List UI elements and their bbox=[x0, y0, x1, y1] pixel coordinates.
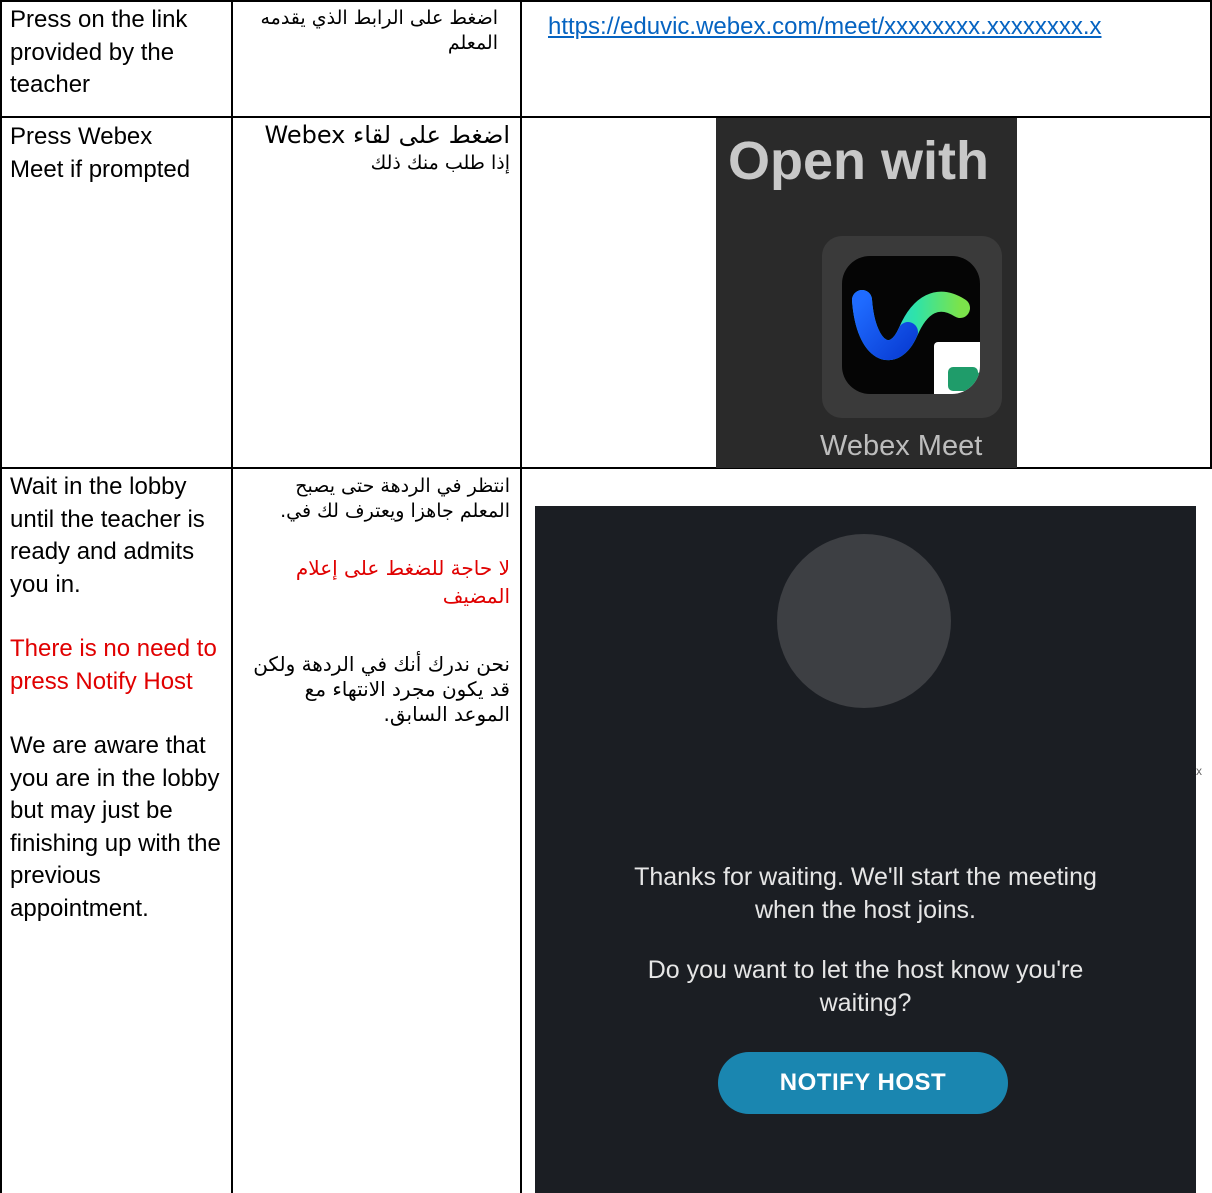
row1-english: Press on the link provided by the teache… bbox=[10, 4, 225, 102]
instructions-table: Press on the link provided by the teache… bbox=[0, 0, 1212, 1193]
lobby-message-text: Thanks for waiting. We'll start the meet… bbox=[634, 863, 1097, 924]
table-border-top bbox=[0, 0, 1212, 2]
row3-english-intro: Wait in the lobby until the teacher is r… bbox=[10, 473, 205, 598]
video-camera-icon bbox=[948, 367, 980, 391]
open-with-dialog: Open with Webex Meet bbox=[716, 118, 1017, 468]
column-divider-2 bbox=[520, 0, 522, 1193]
webex-meet-app-icon bbox=[842, 256, 980, 394]
webex-meet-label: Webex Meet bbox=[820, 430, 983, 462]
lobby-screen: Thanks for waiting. We'll start the meet… bbox=[535, 506, 1196, 1193]
meet-badge-icon bbox=[934, 342, 980, 394]
row3-arabic-intro: انتظر في الردهة حتى يصبح المعلم جاهزا وي… bbox=[280, 475, 510, 522]
row2-english-text: Press Webex Meet if prompted bbox=[10, 123, 191, 183]
lobby-question: Do you want to let the host know you're … bbox=[535, 954, 1196, 1020]
row3-arabic: انتظر في الردهة حتى يصبح المعلم جاهزا وي… bbox=[240, 474, 510, 727]
table-border-left bbox=[0, 0, 2, 1193]
lobby-waiting-message: Thanks for waiting. We'll start the meet… bbox=[535, 861, 1196, 927]
row-divider-2 bbox=[0, 467, 1212, 469]
row-divider-1 bbox=[0, 116, 1212, 118]
row3-arabic-note: لا حاجة للضغط على إعلام المضيف bbox=[295, 556, 510, 608]
row3-english-aware: We are aware that you are in the lobby b… bbox=[10, 732, 221, 922]
column-divider-1 bbox=[231, 0, 233, 1193]
row2-arabic-line1: اضغط على لقاء Webex bbox=[264, 121, 511, 149]
row1-arabic: اضغط على الرابط الذي يقدمه المعلم bbox=[240, 6, 498, 56]
row3-english: Wait in the lobby until the teacher is r… bbox=[10, 471, 225, 925]
host-avatar bbox=[777, 534, 951, 708]
row3-english-note: There is no need to press Notify Host bbox=[10, 635, 217, 695]
open-with-title: Open with bbox=[728, 131, 989, 191]
lobby-question-text: Do you want to let the host know you're … bbox=[647, 956, 1084, 1017]
meeting-link[interactable]: https://eduvic.webex.com/meet/xxxxxxxx.x… bbox=[548, 13, 1102, 41]
row1-english-text: Press on the link provided by the teache… bbox=[10, 6, 188, 98]
row2-english: Press Webex Meet if prompted bbox=[10, 121, 195, 186]
row3-arabic-aware: نحن ندرك أنك في الردهة ولكن قد يكون مجرد… bbox=[253, 652, 510, 726]
row2-arabic: اضغط على لقاء Webex إذا طلب منك ذلك bbox=[240, 120, 511, 176]
webex-meet-option[interactable] bbox=[822, 236, 1002, 418]
notify-host-button[interactable]: NOTIFY HOST bbox=[718, 1052, 1008, 1114]
row1-arabic-text: اضغط على الرابط الذي يقدمه المعلم bbox=[260, 7, 498, 54]
stray-mark: x bbox=[1196, 764, 1202, 778]
row2-arabic-line2: إذا طلب منك ذلك bbox=[370, 152, 510, 174]
